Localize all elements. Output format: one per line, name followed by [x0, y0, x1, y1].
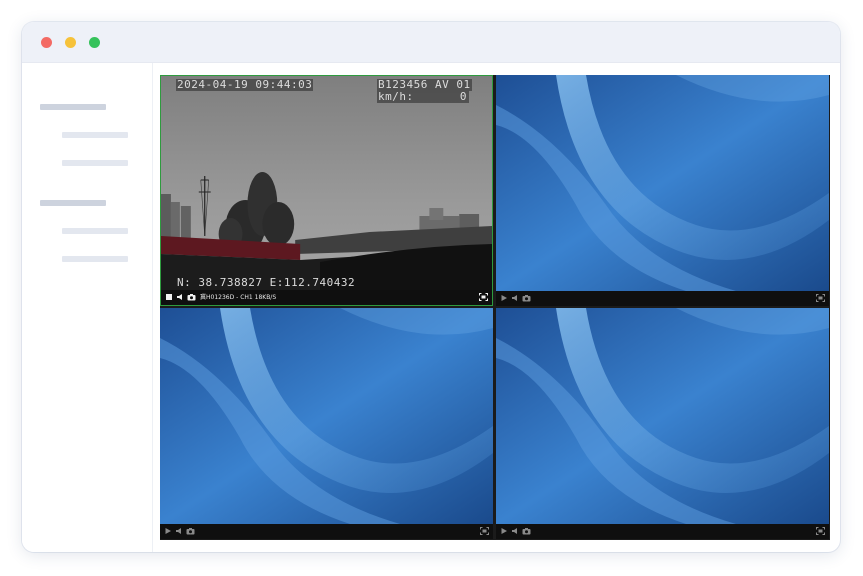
play-icon[interactable] — [164, 527, 172, 535]
minimize-window-button[interactable] — [65, 37, 76, 48]
video-panel-2[interactable] — [496, 75, 829, 306]
panel-1-controls: 冀H01236D - CH1 18KB/S — [161, 290, 492, 305]
title-bar — [22, 22, 840, 63]
sidebar-group-1[interactable] — [40, 104, 106, 110]
fullscreen-icon[interactable] — [479, 293, 488, 301]
panel-2-controls — [496, 291, 829, 306]
video-grid: 2024-04-19 09:44:03 B123456 AV 01 km/h: 0… — [160, 75, 830, 540]
video-panel-1[interactable]: 2024-04-19 09:44:03 B123456 AV 01 km/h: 0… — [160, 75, 493, 306]
osd-timestamp: 2024-04-19 09:44:03 — [176, 78, 314, 91]
camera-icon[interactable] — [186, 527, 195, 535]
idle-wallpaper — [160, 308, 493, 524]
channel-status-label: 冀H01236D - CH1 18KB/S — [200, 294, 277, 301]
stop-icon[interactable] — [165, 293, 173, 301]
camera-icon[interactable] — [522, 527, 531, 535]
play-icon[interactable] — [500, 294, 508, 302]
osd-speed: km/h: 0 — [377, 91, 469, 103]
osd-gps: N: 38.738827 E:112.740432 — [177, 276, 356, 289]
volume-icon[interactable] — [176, 293, 184, 301]
camera-icon[interactable] — [187, 293, 196, 301]
fullscreen-icon[interactable] — [480, 527, 489, 535]
app-window: 2024-04-19 09:44:03 B123456 AV 01 km/h: 0… — [22, 22, 840, 552]
idle-wallpaper — [496, 75, 829, 291]
sidebar — [22, 63, 153, 552]
play-icon[interactable] — [500, 527, 508, 535]
panel-4-controls — [496, 524, 829, 539]
volume-icon[interactable] — [511, 294, 519, 302]
video-panel-4[interactable] — [496, 308, 829, 539]
camera-icon[interactable] — [522, 294, 531, 302]
sidebar-item-4[interactable] — [62, 256, 128, 262]
maximize-window-button[interactable] — [89, 37, 100, 48]
sidebar-group-2[interactable] — [40, 200, 106, 206]
idle-wallpaper — [496, 308, 829, 524]
panel-3-controls — [160, 524, 493, 539]
camera-feed — [161, 76, 492, 292]
video-panel-3[interactable] — [160, 308, 493, 539]
sidebar-item-2[interactable] — [62, 160, 128, 166]
osd-speed-value: 0 — [459, 90, 467, 103]
sidebar-item-3[interactable] — [62, 228, 128, 234]
close-window-button[interactable] — [41, 37, 52, 48]
sidebar-item-1[interactable] — [62, 132, 128, 138]
volume-icon[interactable] — [511, 527, 519, 535]
volume-icon[interactable] — [175, 527, 183, 535]
osd-speed-label: km/h: — [378, 90, 414, 103]
fullscreen-icon[interactable] — [816, 294, 825, 302]
fullscreen-icon[interactable] — [816, 527, 825, 535]
